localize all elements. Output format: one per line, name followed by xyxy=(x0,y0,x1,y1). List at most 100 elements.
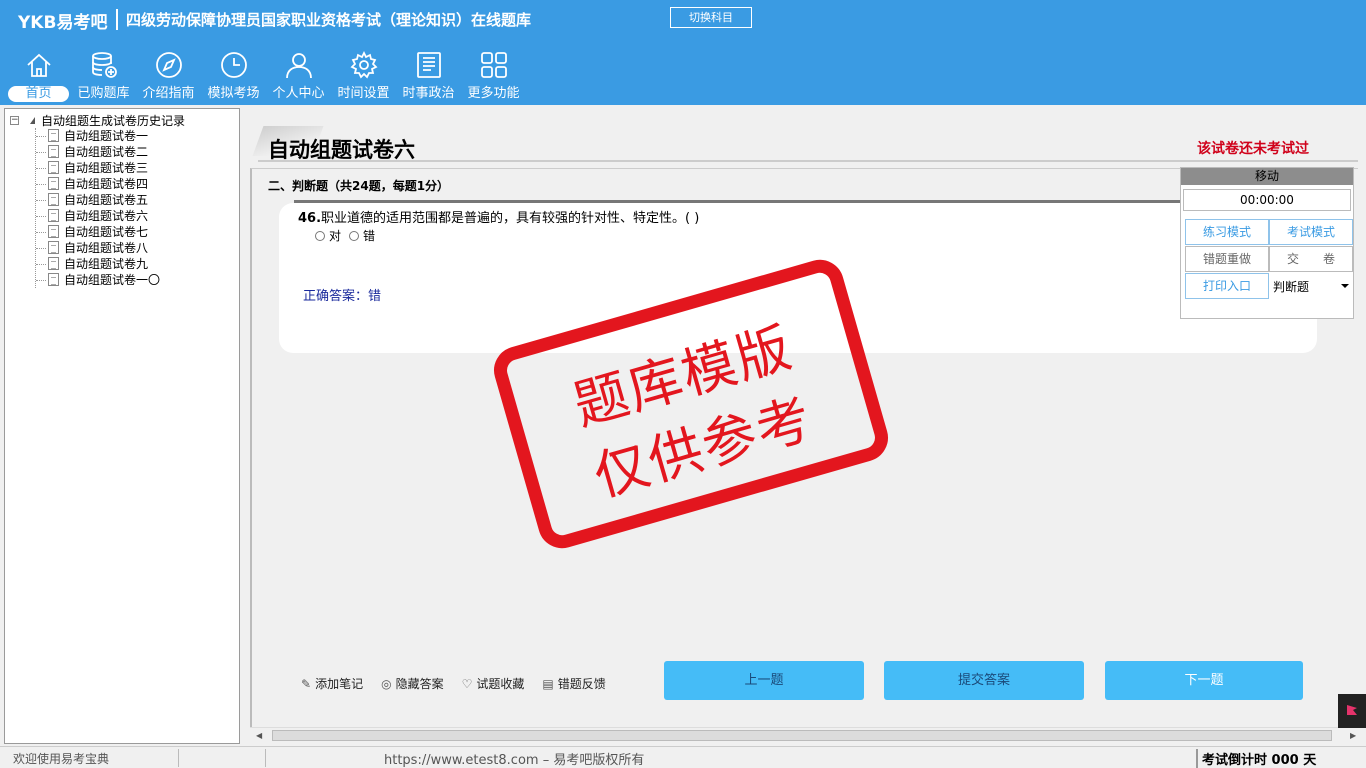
tool-label: 试题收藏 xyxy=(476,677,525,691)
print-button[interactable]: 打印入口 xyxy=(1185,273,1269,299)
tree-item[interactable]: 自动组题试卷一 xyxy=(36,128,160,144)
document-icon xyxy=(48,273,59,286)
move-handle[interactable]: 移动 xyxy=(1181,168,1353,185)
tree-item[interactable]: 自动组题试卷七 xyxy=(36,224,160,240)
question-type-select[interactable]: 判断题 xyxy=(1269,273,1353,299)
status-divider xyxy=(265,749,266,767)
user-icon xyxy=(285,53,312,79)
radio-icon[interactable] xyxy=(349,230,360,241)
question-number: 46. xyxy=(298,211,322,226)
title-divider xyxy=(258,160,1358,162)
nav-label: 介绍指南 xyxy=(142,86,195,101)
tree-item-label: 自动组题试卷二 xyxy=(64,145,149,159)
tree-item-label: 自动组题试卷四 xyxy=(64,177,149,191)
option-true[interactable]: 对 xyxy=(315,227,341,244)
option-false[interactable]: 错 xyxy=(349,227,375,244)
document-icon xyxy=(48,177,59,190)
tree-item[interactable]: 自动组题试卷八 xyxy=(36,240,160,256)
newspaper-icon xyxy=(416,52,441,78)
tree-item-label: 自动组题试卷八 xyxy=(64,241,149,255)
copyright-text: https://www.etest8.com – 易考吧版权所有 xyxy=(384,753,645,768)
question-type-value: 判断题 xyxy=(1273,279,1310,294)
question-body: 职业道德的适用范围都是普遍的，具有较强的针对性、特定性。( ) xyxy=(321,211,700,226)
scroll-right-icon[interactable]: ▶ xyxy=(1350,731,1356,740)
tree-item-label: 自动组题试卷六 xyxy=(64,209,149,223)
tree-item[interactable]: 自动组题试卷三 xyxy=(36,160,160,176)
question-tools: ✎ 添加笔记 ◎ 隐藏答案 ♡ 试题收藏 ▤ 错题反馈 xyxy=(301,675,606,692)
pencil-icon: ✎ xyxy=(301,676,312,691)
flag-icon[interactable] xyxy=(1338,694,1366,728)
document-icon xyxy=(48,209,59,222)
document-icon: ▤ xyxy=(542,676,554,691)
submit-answer-button[interactable]: 提交答案 xyxy=(884,661,1084,700)
tool-label: 添加笔记 xyxy=(315,677,364,691)
mode-buttons: 练习模式 考试模式 错题重做 交 卷 打印入口 判断题 xyxy=(1185,219,1353,299)
tree-item-label: 自动组题试卷七 xyxy=(64,225,149,239)
tree-root[interactable]: − 自动组题生成试卷历史记录 xyxy=(10,112,185,128)
nav-purchased[interactable]: 已购题库 xyxy=(71,48,136,104)
document-icon xyxy=(48,257,59,270)
collapse-icon[interactable]: − xyxy=(10,115,19,125)
tree-item-label: 自动组题试卷五 xyxy=(64,193,149,207)
app-header: YKB易考吧 四级劳动保障协理员国家职业资格考试（理论知识）在线题库 切换科目 … xyxy=(0,0,1366,105)
nav-more[interactable]: 更多功能 xyxy=(461,48,526,104)
nav-guide[interactable]: 介绍指南 xyxy=(136,48,201,104)
nav-mock-exam[interactable]: 模拟考场 xyxy=(201,48,266,104)
correct-answer: 正确答案：错 xyxy=(303,289,382,304)
document-icon xyxy=(48,145,59,158)
scroll-thumb[interactable] xyxy=(272,730,1332,741)
tree-item[interactable]: 自动组题试卷四 xyxy=(36,176,160,192)
document-icon xyxy=(48,193,59,206)
nav-home[interactable]: 首页 xyxy=(6,48,71,104)
tree-item[interactable]: 自动组题试卷九 xyxy=(36,256,160,272)
document-icon xyxy=(48,129,59,142)
home-icon xyxy=(26,53,51,77)
heart-icon: ♡ xyxy=(461,676,473,691)
nav-label: 时事政治 xyxy=(402,86,455,101)
radio-icon[interactable] xyxy=(315,230,325,241)
feedback-tool[interactable]: ▤ 错题反馈 xyxy=(542,675,605,692)
section-title: 二、判断题（共24题，每题1分） xyxy=(268,179,450,193)
folder-triangle-icon xyxy=(30,116,35,124)
nav-profile[interactable]: 个人中心 xyxy=(266,48,331,104)
next-question-button[interactable]: 下一题 xyxy=(1105,661,1303,700)
app-title: 四级劳动保障协理员国家职业资格考试（理论知识）在线题库 xyxy=(116,9,531,30)
history-tree: − 自动组题生成试卷历史记录 自动组题试卷一 自动组题试卷二 自动组题试卷三 自… xyxy=(4,108,240,744)
nav-label: 时间设置 xyxy=(337,86,390,101)
tree-item[interactable]: 自动组题试卷一〇 xyxy=(36,272,160,288)
answer-options: 对 错 xyxy=(315,227,375,244)
submit-paper-button[interactable]: 交 卷 xyxy=(1269,246,1353,272)
document-icon xyxy=(48,161,59,174)
gear-icon xyxy=(349,50,378,79)
exam-timer: 00:00:00 xyxy=(1183,189,1351,211)
tree-item-selected[interactable]: 自动组题试卷六 xyxy=(36,208,160,224)
tree-item-label: 自动组题试卷三 xyxy=(64,161,149,175)
chevron-down-icon xyxy=(1341,284,1349,288)
hide-answer-tool[interactable]: ◎ 隐藏答案 xyxy=(381,675,444,692)
nav-label: 首页 xyxy=(8,86,69,102)
clock-icon xyxy=(220,52,247,78)
tree-item[interactable]: 自动组题试卷二 xyxy=(36,144,160,160)
app-logo: YKB易考吧 xyxy=(18,13,108,33)
prev-question-button[interactable]: 上一题 xyxy=(664,661,864,700)
favorite-tool[interactable]: ♡ 试题收藏 xyxy=(462,675,525,692)
nav-time-settings[interactable]: 时间设置 xyxy=(331,48,396,104)
nav-current-affairs[interactable]: 时事政治 xyxy=(396,48,461,104)
tree-root-label: 自动组题生成试卷历史记录 xyxy=(41,113,186,128)
nav-label: 已购题库 xyxy=(77,86,130,101)
scroll-left-icon[interactable]: ◀ xyxy=(256,731,262,740)
option-label: 错 xyxy=(363,229,376,243)
add-note-tool[interactable]: ✎ 添加笔记 xyxy=(301,675,363,692)
redo-wrong-button[interactable]: 错题重做 xyxy=(1185,246,1269,272)
tree-items: 自动组题试卷一 自动组题试卷二 自动组题试卷三 自动组题试卷四 自动组题试卷五 … xyxy=(35,128,160,288)
compass-icon xyxy=(155,52,182,78)
tree-item[interactable]: 自动组题试卷五 xyxy=(36,192,160,208)
document-icon xyxy=(48,241,59,254)
tree-item-label: 自动组题试卷一〇 xyxy=(64,273,161,287)
switch-subject-button[interactable]: 切换科目 xyxy=(670,7,752,28)
practice-mode-button[interactable]: 练习模式 xyxy=(1185,219,1269,245)
exam-mode-button[interactable]: 考试模式 xyxy=(1269,219,1353,245)
eye-icon: ◎ xyxy=(381,676,392,691)
tool-label: 错题反馈 xyxy=(557,677,606,691)
horizontal-scrollbar[interactable]: ◀ ▶ xyxy=(250,727,1360,743)
